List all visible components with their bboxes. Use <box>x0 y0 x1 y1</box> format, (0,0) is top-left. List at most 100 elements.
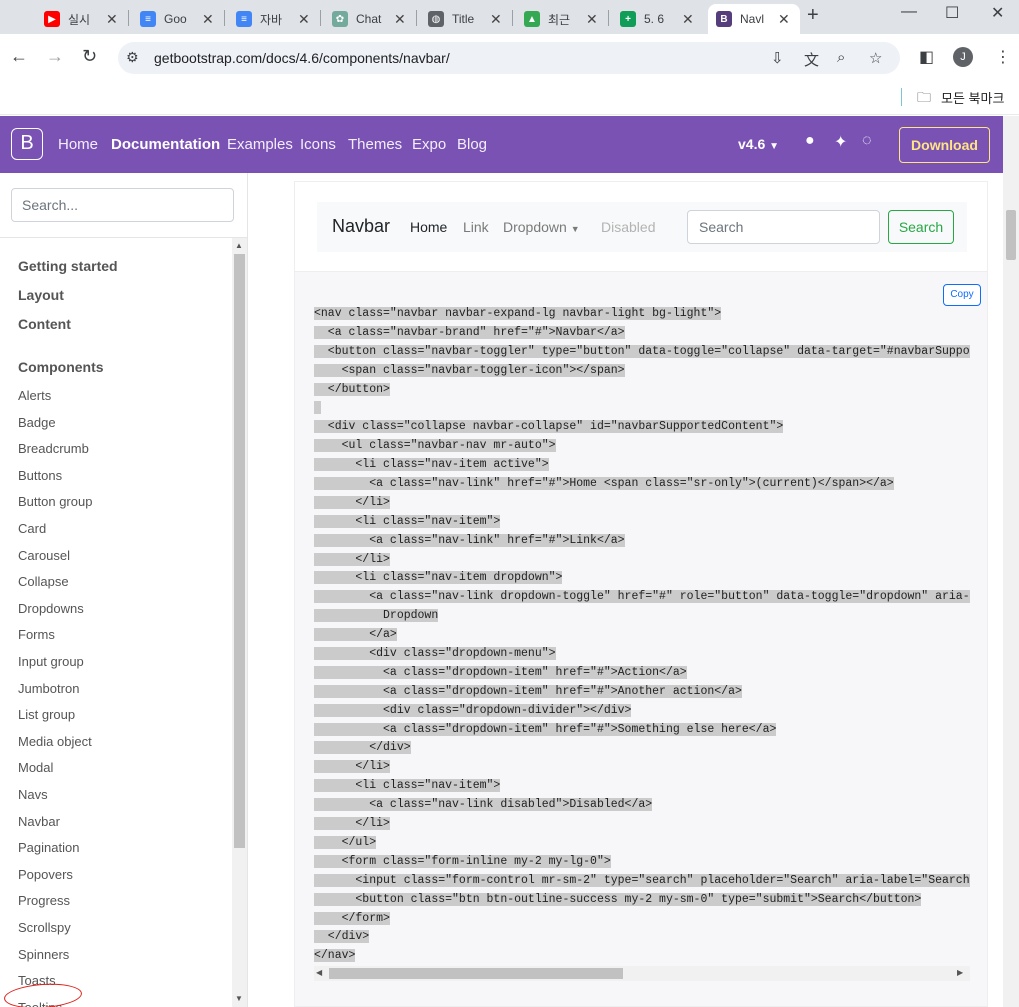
demo-search-button[interactable]: Search <box>888 210 954 244</box>
demo-link-link[interactable]: Link <box>463 219 489 235</box>
sidebar-item-scrollspy[interactable]: Scrollspy <box>18 920 71 935</box>
url-text[interactable]: getbootstrap.com/docs/4.6/components/nav… <box>154 50 450 66</box>
page-scrollbar[interactable] <box>1003 116 1019 1007</box>
translate-icon[interactable]: 文 <box>804 49 819 70</box>
code-line: Dropdown <box>314 607 970 626</box>
address-bar[interactable]: ⚙ getbootstrap.com/docs/4.6/components/n… <box>118 42 900 74</box>
scroll-left-icon[interactable]: ◀ <box>316 968 322 977</box>
sidebar-item-alerts[interactable]: Alerts <box>18 388 51 403</box>
sidebar-item-progress[interactable]: Progress <box>18 893 70 908</box>
code-horizontal-scrollbar[interactable]: ◀ ▶ <box>314 966 970 981</box>
nav-home[interactable]: Home <box>58 136 98 153</box>
close-tab-icon[interactable]: ✕ <box>490 11 502 28</box>
close-tab-icon[interactable]: ✕ <box>394 11 406 28</box>
nav-themes[interactable]: Themes <box>348 136 402 153</box>
sidebar-item-pagination[interactable]: Pagination <box>18 840 79 855</box>
version-dropdown[interactable]: v4.6 ▼ <box>738 136 779 152</box>
browser-tab[interactable]: ▶ 실시 ✕ <box>36 4 126 34</box>
sidebar-item-card[interactable]: Card <box>18 521 46 536</box>
sidebar-section-getting-started[interactable]: Getting started <box>18 258 118 274</box>
close-window-icon[interactable]: ✕ <box>991 3 1004 23</box>
code-line: <a class="nav-link disabled">Disabled</a… <box>314 796 970 815</box>
docs-search-input[interactable]: Search... <box>11 188 234 222</box>
nav-expo[interactable]: Expo <box>412 136 446 153</box>
copy-button[interactable]: Copy <box>943 284 981 306</box>
forward-arrow-icon[interactable]: → <box>46 46 64 67</box>
zoom-icon[interactable]: ⌕ <box>837 49 845 66</box>
close-tab-icon[interactable]: ✕ <box>778 11 790 28</box>
sidebar-item-dropdowns[interactable]: Dropdowns <box>18 601 84 616</box>
demo-navbar-brand[interactable]: Navbar <box>332 216 390 237</box>
minimize-icon[interactable]: — <box>901 3 917 21</box>
back-arrow-icon[interactable]: ← <box>10 46 28 67</box>
code-line: <nav class="navbar navbar-expand-lg navb… <box>314 305 970 324</box>
browser-tab[interactable]: ◍ Title ✕ <box>420 4 510 34</box>
browser-tab[interactable]: ≡ Goo ✕ <box>132 4 222 34</box>
site-info-icon[interactable]: ⚙ <box>126 49 139 66</box>
close-tab-icon[interactable]: ✕ <box>586 11 598 28</box>
nav-examples[interactable]: Examples <box>227 136 293 153</box>
page-scroll-thumb[interactable] <box>1006 210 1016 260</box>
demo-search-input[interactable]: Search <box>687 210 880 244</box>
download-button[interactable]: Download <box>899 127 990 163</box>
sidebar-item-badge[interactable]: Badge <box>18 415 56 430</box>
code-listing[interactable]: <nav class="navbar navbar-expand-lg navb… <box>314 305 970 975</box>
new-tab-button[interactable]: + <box>807 4 819 27</box>
maximize-icon[interactable]: ☐ <box>945 3 959 23</box>
reload-icon[interactable]: ↻ <box>82 46 97 67</box>
all-bookmarks-link[interactable]: 모든 북마크 <box>941 88 1004 107</box>
github-icon[interactable]: ● <box>805 132 815 150</box>
sidebar-item-spinners[interactable]: Spinners <box>18 947 69 962</box>
close-tab-icon[interactable]: ✕ <box>202 11 214 28</box>
folder-icon[interactable]: 🗀 <box>917 87 931 111</box>
browser-tab[interactable]: +5. 6 ✕ <box>612 4 702 34</box>
nav-documentation[interactable]: Documentation <box>111 136 220 153</box>
sidebar-item-breadcrumb[interactable]: Breadcrumb <box>18 441 89 456</box>
browser-tab[interactable]: ✿ Chat ✕ <box>324 4 414 34</box>
sidebar-section-content[interactable]: Content <box>18 316 71 332</box>
sidebar-item-media-object[interactable]: Media object <box>18 734 92 749</box>
nav-blog[interactable]: Blog <box>457 136 487 153</box>
browser-tab[interactable]: B Navl ✕ <box>708 4 800 34</box>
sidebar-item-navs[interactable]: Navs <box>18 787 48 802</box>
bookmark-star-icon[interactable]: ☆ <box>869 49 882 67</box>
kebab-menu-icon[interactable]: ⋮ <box>995 47 1011 67</box>
demo-link-home[interactable]: Home <box>410 219 447 235</box>
demo-link-dropdown[interactable]: Dropdown ▼ <box>503 219 580 235</box>
close-tab-icon[interactable]: ✕ <box>682 11 694 28</box>
browser-tab[interactable]: ▲ 최근 ✕ <box>516 4 606 34</box>
sidebar-item-input-group[interactable]: Input group <box>18 654 84 669</box>
tab-title: Title <box>452 12 475 26</box>
sidebar-item-modal[interactable]: Modal <box>18 760 53 775</box>
code-text: <a class="dropdown-item" href="#">Action… <box>314 665 687 679</box>
slack-icon[interactable]: ◌ <box>862 132 872 150</box>
sidebar-scroll-thumb[interactable] <box>234 254 245 848</box>
code-scroll-thumb[interactable] <box>329 968 623 979</box>
sidebar-scrollbar[interactable]: ▲ ▼ <box>232 238 247 1007</box>
sidebar-item-navbar[interactable]: Navbar <box>18 814 60 829</box>
sidebar-item-carousel[interactable]: Carousel <box>18 548 70 563</box>
sidebar-item-buttons[interactable]: Buttons <box>18 468 62 483</box>
bootstrap-logo[interactable]: B <box>11 128 43 160</box>
close-tab-icon[interactable]: ✕ <box>106 11 118 28</box>
sidebar-item-jumbotron[interactable]: Jumbotron <box>18 681 79 696</box>
side-panel-icon[interactable]: ◧ <box>919 47 934 67</box>
sidebar-item-button-group[interactable]: Button group <box>18 494 92 509</box>
install-app-icon[interactable]: ⇩ <box>771 49 784 67</box>
twitter-icon[interactable]: ✦ <box>834 132 847 152</box>
code-text: <div class="dropdown-menu"> <box>314 647 556 661</box>
sidebar-section-layout[interactable]: Layout <box>18 287 64 303</box>
close-tab-icon[interactable]: ✕ <box>298 11 310 28</box>
sidebar-item-collapse[interactable]: Collapse <box>18 574 69 589</box>
scroll-up-icon[interactable]: ▲ <box>235 241 243 250</box>
scroll-right-icon[interactable]: ▶ <box>957 968 963 977</box>
scroll-down-icon[interactable]: ▼ <box>235 994 243 1003</box>
sidebar-item-forms[interactable]: Forms <box>18 627 55 642</box>
sidebar-item-popovers[interactable]: Popovers <box>18 867 73 882</box>
code-line: <a class="dropdown-item" href="#">Action… <box>314 664 970 683</box>
sidebar-section-components[interactable]: Components <box>18 359 104 375</box>
sidebar-item-list-group[interactable]: List group <box>18 707 75 722</box>
profile-avatar[interactable]: J <box>953 47 973 67</box>
browser-tab[interactable]: ≡ 자바 ✕ <box>228 4 318 34</box>
nav-icons[interactable]: Icons <box>300 136 336 153</box>
